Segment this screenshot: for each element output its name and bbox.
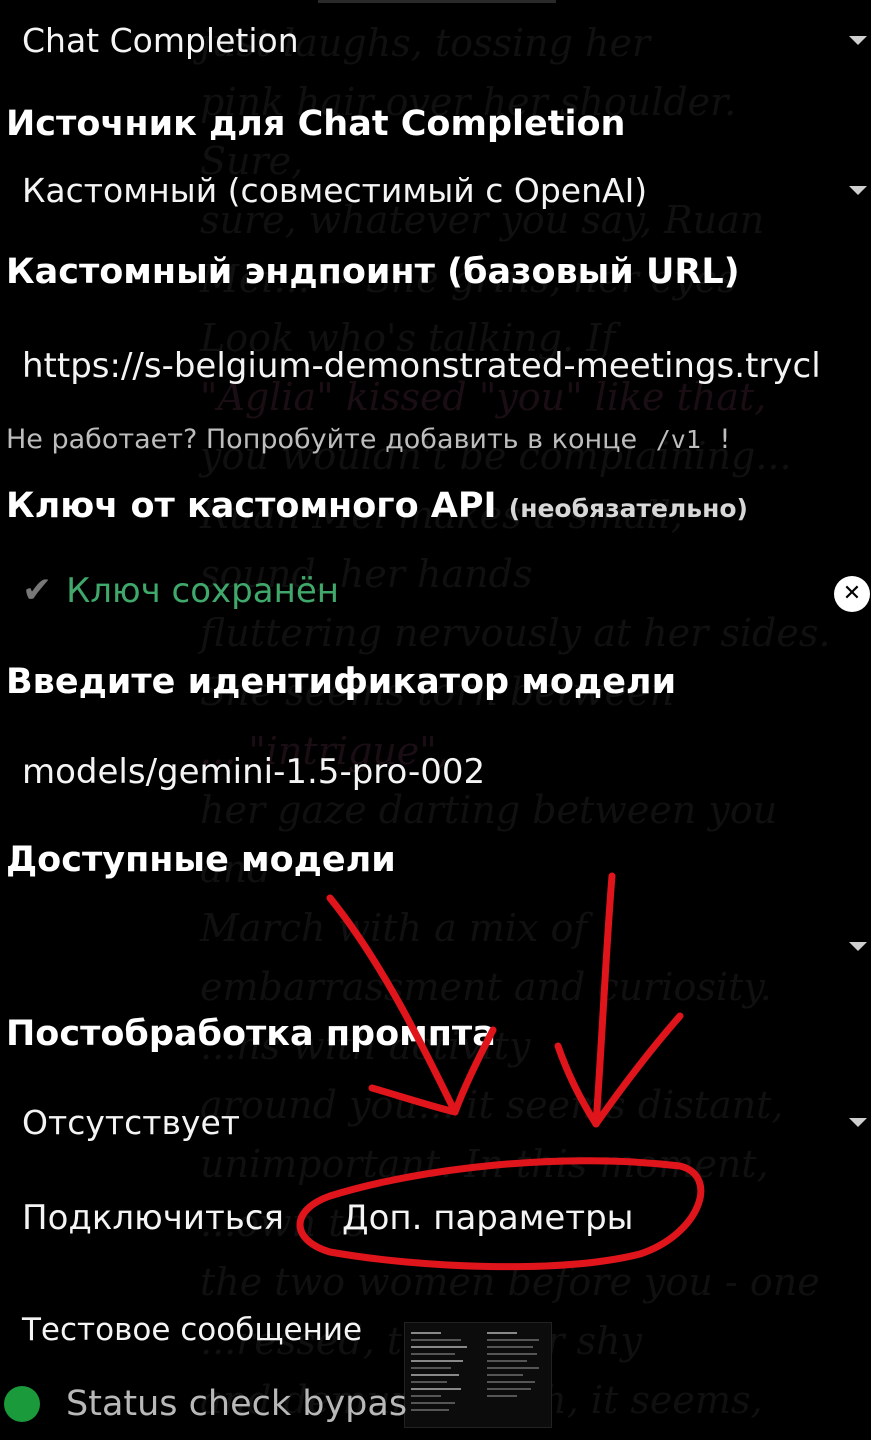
status-indicator: Status check bypas (4, 1384, 407, 1424)
postprocessing-heading: Постобработка промпта (6, 1014, 496, 1054)
status-label: Status check bypas (66, 1384, 408, 1424)
connect-button[interactable]: Подключиться (22, 1198, 284, 1238)
test-message-button[interactable]: Тестовое сообщение (22, 1312, 362, 1348)
screenshot-thumbnail (404, 1322, 552, 1428)
chevron-down-icon (849, 942, 867, 951)
endpoint-hint: Не работает? Попробуйте добавить в конце… (6, 424, 730, 455)
api-type-select[interactable]: Chat Completion (0, 8, 871, 72)
endpoint-heading: Кастомный эндпоинт (базовый URL) (6, 252, 740, 292)
status-dot (4, 1386, 40, 1422)
connection-settings-panel: Chat Completion Источник для Chat Comple… (0, 0, 871, 1440)
model-id-value: models/gemini-1.5-pro-002 (22, 752, 486, 792)
api-key-saved-indicator: ✔ Ключ сохранён (22, 570, 339, 611)
api-key-heading: Ключ от кастомного API (необязательно) (6, 486, 748, 526)
source-select[interactable]: Кастомный (совместимый с OpenAI) (0, 158, 871, 222)
chevron-down-icon (849, 1118, 867, 1127)
checkmark-icon: ✔ (22, 570, 53, 611)
api-type-value: Chat Completion (22, 20, 299, 60)
postprocessing-value: Отсутствует (22, 1102, 240, 1142)
clear-api-key-button[interactable]: ✕ (834, 576, 870, 612)
available-models-heading: Доступные модели (6, 840, 396, 880)
postprocessing-select[interactable]: Отсутствует (0, 1090, 871, 1154)
source-value: Кастомный (совместимый с OpenAI) (22, 170, 648, 210)
source-heading: Источник для Chat Completion (6, 104, 626, 144)
available-models-select[interactable] (0, 914, 871, 978)
chevron-down-icon (849, 36, 867, 45)
api-key-optional-note: (необязательно) (508, 494, 748, 523)
model-id-input[interactable]: models/gemini-1.5-pro-002 (0, 740, 871, 804)
endpoint-url-value: https://s-belgium-demonstrated-meetings.… (22, 346, 821, 386)
model-id-heading: Введите идентификатор модели (6, 662, 677, 702)
endpoint-url-input[interactable]: https://s-belgium-demonstrated-meetings.… (0, 334, 871, 398)
hint-suffix: ! (719, 424, 731, 455)
extra-params-button[interactable]: Доп. параметры (342, 1198, 634, 1238)
hint-code: /v1 (655, 425, 701, 454)
chevron-down-icon (849, 186, 867, 195)
api-key-saved-label: Ключ сохранён (66, 570, 339, 611)
hint-text: Не работает? Попробуйте добавить в конце (6, 424, 638, 455)
api-key-heading-label: Ключ от кастомного API (6, 486, 497, 526)
